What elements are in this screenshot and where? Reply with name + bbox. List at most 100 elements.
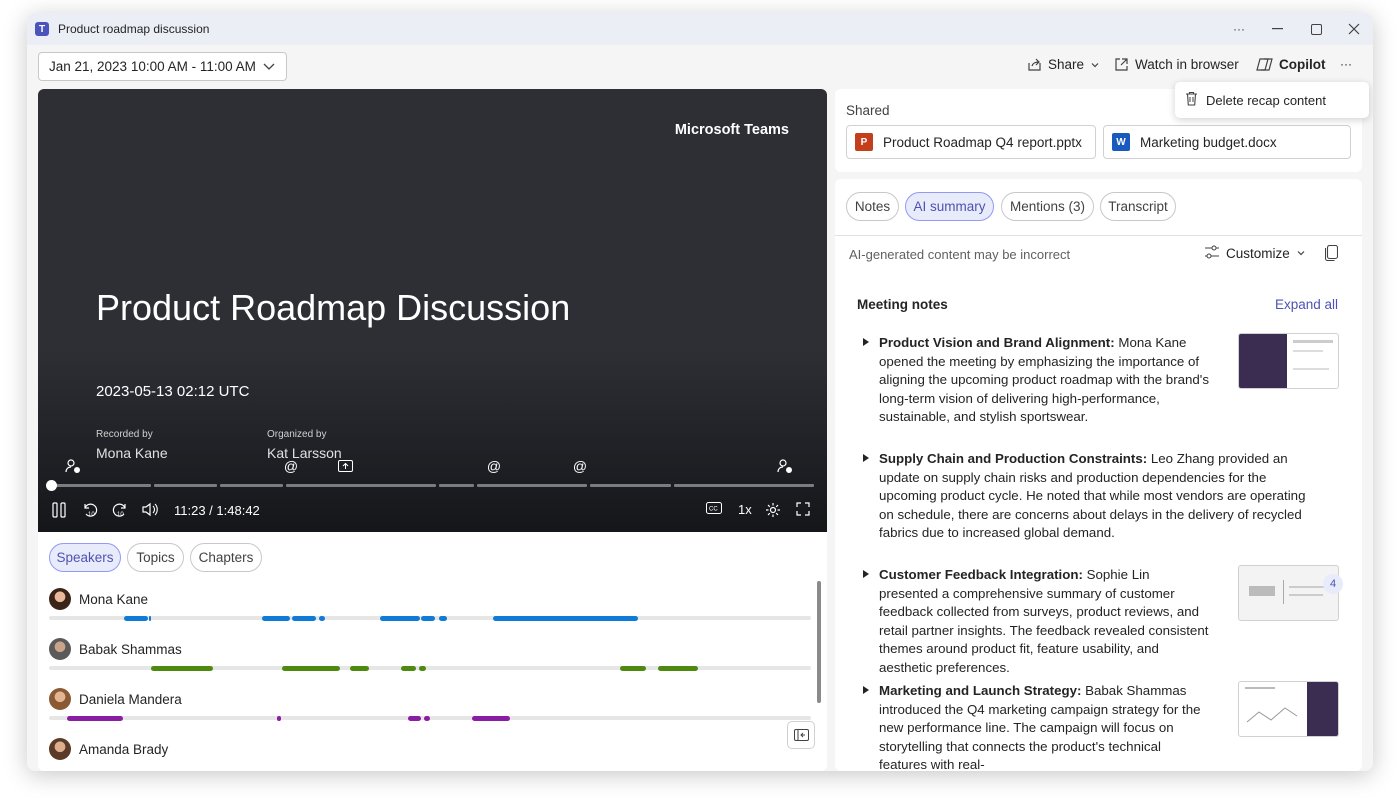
date-range-dropdown[interactable]: Jan 21, 2023 10:00 AM - 11:00 AM [38,52,287,81]
tab-notes[interactable]: Notes [846,192,899,221]
trash-icon [1185,91,1198,109]
window-more-button[interactable]: ··· [1229,19,1249,39]
copilot-icon [1256,57,1273,72]
teams-icon: T [35,22,49,36]
avatar [49,638,71,660]
copy-icon[interactable] [1324,244,1339,266]
customize-label: Customize [1226,246,1290,261]
forward-10-icon[interactable]: 10 [112,502,128,518]
delete-recap-menu-item[interactable]: Delete recap content [1206,93,1326,108]
note-text: Sophie Lin presented a comprehensive sum… [879,567,1209,675]
slide-thumbnail[interactable] [1238,565,1339,621]
thumbnail-count-badge: 4 [1323,574,1343,594]
progress-bar[interactable] [51,484,819,487]
organized-by-name: Kat Larsson [267,445,342,461]
playback-speed-button[interactable]: 1x [738,502,752,517]
speaker-timeline[interactable] [49,666,811,671]
speaker-timeline[interactable] [49,716,811,721]
speaker-row[interactable]: Babak Shammas [49,638,811,678]
video-player[interactable]: Microsoft Teams Product Roadmap Discussi… [38,89,827,532]
volume-icon[interactable] [142,502,159,517]
toolbar-more-button[interactable]: ··· [1340,57,1352,71]
expand-triangle-icon[interactable] [863,570,869,578]
expand-triangle-icon[interactable] [863,454,869,462]
maximize-button[interactable] [1306,19,1326,39]
screen-share-icon[interactable] [336,457,354,475]
settings-gear-icon[interactable] [765,502,781,518]
note-item[interactable]: Supply Chain and Production Constraints:… [863,450,1305,543]
tab-topics[interactable]: Topics [127,543,184,572]
svg-text:10: 10 [117,512,124,518]
note-heading: Supply Chain and Production Constraints: [879,451,1148,466]
powerpoint-icon: P [855,133,873,151]
note-item[interactable]: Product Vision and Brand Alignment: Mona… [863,334,1209,427]
speaker-row[interactable]: Mona Kane [49,588,811,628]
title-bar: T Product roadmap discussion ··· [27,13,1373,45]
note-item[interactable]: Customer Feedback Integration: Sophie Li… [863,566,1209,677]
close-button[interactable] [1344,19,1364,39]
speaker-name: Babak Shammas [79,642,182,657]
video-date: 2023-05-13 02:12 UTC [96,383,250,400]
slide-thumbnail[interactable] [1238,333,1339,389]
progress-thumb[interactable] [46,480,57,491]
copilot-button[interactable]: Copilot [1256,57,1326,72]
share-label: Share [1048,57,1085,72]
customize-button[interactable]: Customize [1204,245,1306,262]
file-name: Product Roadmap Q4 report.pptx [883,134,1082,150]
scrollbar[interactable] [817,581,821,703]
speaker-timeline[interactable] [49,616,811,621]
share-button[interactable]: Share [1027,57,1100,72]
copilot-label: Copilot [1279,57,1326,72]
shared-file-pptx[interactable]: P Product Roadmap Q4 report.pptx [846,125,1096,159]
watch-label: Watch in browser [1135,57,1239,72]
participant-joined-icon[interactable] [776,457,794,475]
expand-triangle-icon[interactable] [863,686,869,694]
avatar [49,688,71,710]
minimize-button[interactable] [1267,19,1287,39]
context-menu: Delete recap content [1175,82,1369,118]
shared-label: Shared [846,103,890,118]
speaker-name: Mona Kane [79,592,149,607]
watch-in-browser-button[interactable]: Watch in browser [1114,57,1239,72]
recorded-by-label: Recorded by [96,429,153,440]
mention-icon[interactable]: @ [485,457,503,475]
svg-text:10: 10 [88,512,95,518]
chevron-down-icon [263,60,275,75]
speakers-panel: Speakers Topics Chapters Mona Kane Babak… [38,532,827,771]
note-heading: Product Vision and Brand Alignment: [879,335,1115,350]
note-heading: Marketing and Launch Strategy: [879,683,1082,698]
mention-icon[interactable]: @ [571,457,589,475]
file-name: Marketing budget.docx [1140,134,1277,150]
svg-text:CC: CC [709,507,718,513]
recorded-by-name: Mona Kane [96,445,168,461]
participant-joined-icon[interactable] [64,457,82,475]
tab-chapters[interactable]: Chapters [190,543,262,572]
speaker-name: Daniela Mandera [79,692,182,707]
expand-all-link[interactable]: Expand all [1275,297,1338,312]
speaker-row[interactable]: Amanda Brady [49,738,809,771]
captions-icon[interactable]: CC [706,502,722,514]
note-item[interactable]: Marketing and Launch Strategy: Babak Sha… [863,682,1209,771]
expand-panel-button[interactable] [787,721,815,749]
slide-thumbnail[interactable] [1238,681,1339,737]
tab-transcript[interactable]: Transcript [1100,192,1176,221]
chevron-down-icon [1296,246,1306,261]
expand-triangle-icon[interactable] [863,338,869,346]
app-window: T Product roadmap discussion ··· Jan 21,… [27,13,1373,771]
open-external-icon [1114,57,1129,72]
mention-icon[interactable]: @ [282,457,300,475]
speaker-row[interactable]: Daniela Mandera [49,688,811,728]
tab-speakers[interactable]: Speakers [49,543,121,572]
tab-mentions[interactable]: Mentions (3) [1001,192,1094,221]
shared-file-docx[interactable]: W Marketing budget.docx [1103,125,1351,159]
rewind-10-icon[interactable]: 10 [82,502,98,518]
pause-button[interactable] [52,502,66,518]
tab-ai-summary[interactable]: AI summary [905,192,994,221]
word-icon: W [1112,133,1130,151]
speaker-name: Amanda Brady [79,742,169,757]
video-brand: Microsoft Teams [674,122,789,138]
fullscreen-icon[interactable] [796,502,810,516]
window-title: Product roadmap discussion [58,22,210,36]
avatar [49,588,71,610]
chevron-down-icon [1090,60,1100,70]
